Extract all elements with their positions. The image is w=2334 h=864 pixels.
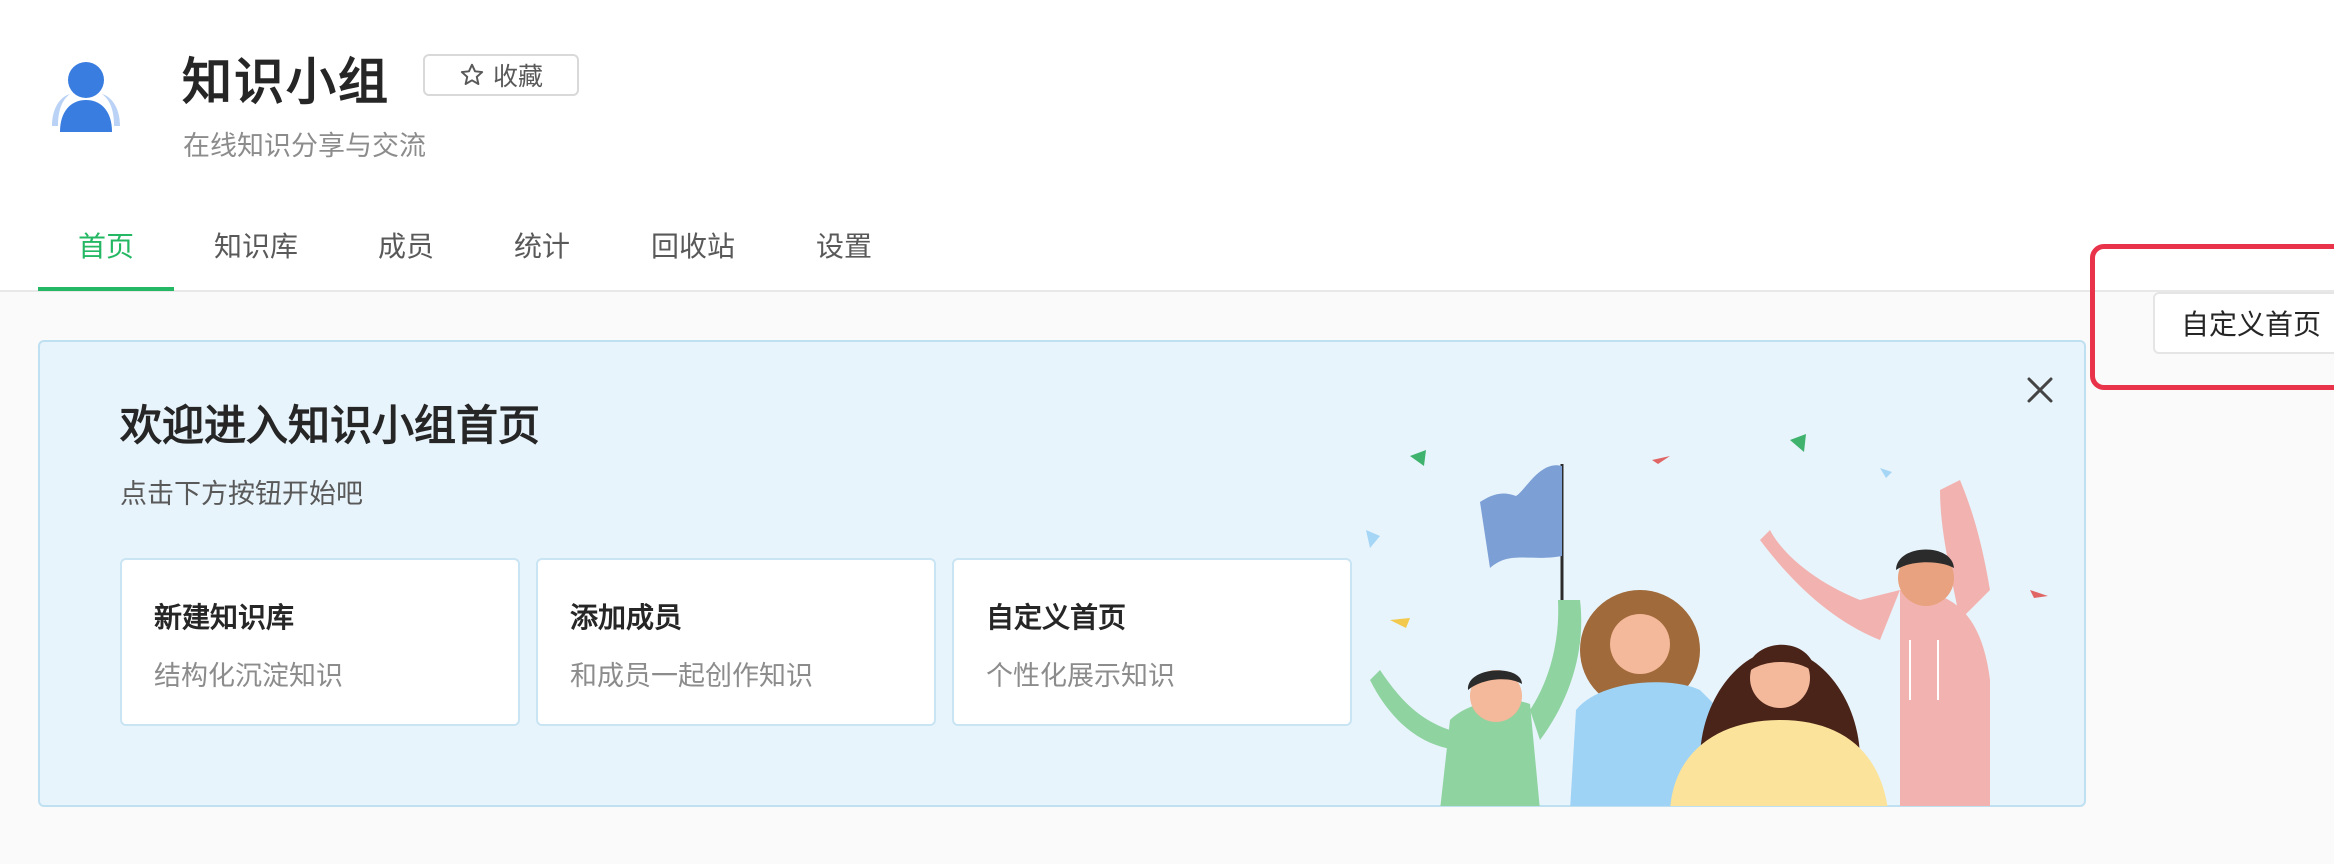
star-icon [460,63,484,85]
tab-home[interactable]: 首页 [38,200,174,291]
card-customize-home[interactable]: 自定义首页 个性化展示知识 [952,558,1352,726]
card-new-knowledge-base[interactable]: 新建知识库 结构化沉淀知识 [120,558,520,726]
tab-members[interactable]: 成员 [338,200,474,290]
tab-recycle-bin[interactable]: 回收站 [610,200,776,290]
tab-knowledge-base[interactable]: 知识库 [174,200,338,290]
card-title: 新建知识库 [154,601,295,634]
close-icon[interactable] [2020,370,2060,410]
tab-statistics[interactable]: 统计 [474,200,610,290]
favorite-label: 收藏 [492,62,543,91]
card-add-members[interactable]: 添加成员 和成员一起创作知识 [536,558,936,726]
tab-bar: 首页 知识库 成员 统计 回收站 设置 [38,200,912,291]
card-description: 和成员一起创作知识 [570,661,813,692]
group-header: 知识小组 收藏 在线知识分享与交流 首页 知识库 成员 统计 回收站 设置 [0,0,2334,292]
celebration-illustration [1366,434,2048,806]
card-description: 个性化展示知识 [986,661,1175,692]
tab-settings[interactable]: 设置 [776,200,912,290]
card-title: 添加成员 [570,601,683,634]
banner-subtitle: 点击下方按钮开始吧 [120,479,363,510]
favorite-button[interactable]: 收藏 [423,54,579,96]
customize-home-button[interactable]: 自定义首页 [2153,292,2334,354]
group-title: 知识小组 [182,53,390,111]
group-avatar-icon [52,62,120,132]
card-description: 结构化沉淀知识 [154,661,343,692]
group-description: 在线知识分享与交流 [183,131,426,162]
card-title: 自定义首页 [986,601,1127,634]
banner-title: 欢迎进入知识小组首页 [120,401,541,450]
